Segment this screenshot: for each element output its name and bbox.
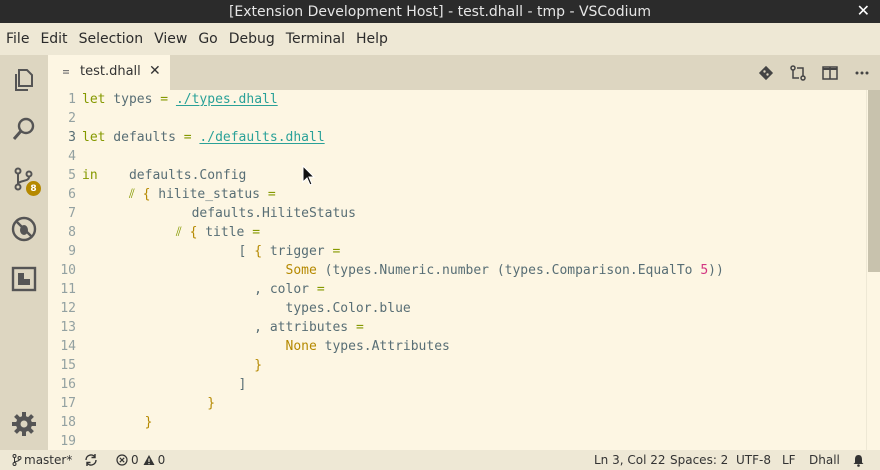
window-title: [Extension Development Host] - test.dhal…: [228, 3, 652, 20]
menu-edit[interactable]: Edit: [40, 31, 73, 47]
line-number: 9: [68, 244, 76, 259]
code-line: ⫽ { title =: [175, 225, 261, 240]
warning-icon: [143, 455, 155, 465]
warning-count: 0: [157, 453, 166, 467]
file-icon: [63, 70, 69, 74]
sync-button[interactable]: [84, 452, 98, 468]
line-number: 1: [68, 92, 76, 107]
code-line: , attributes =: [82, 320, 364, 335]
line-number: 18: [60, 415, 76, 430]
code-line: let defaults = ./defaults.dhall: [82, 130, 325, 145]
code-line: }: [254, 358, 263, 373]
sync-icon: [85, 454, 97, 466]
line-number-gutter: 1 2 3 4 5 6 7 8 9 10 11 12 13 14 15 16 17 18 19: [48, 90, 76, 450]
code-line: }: [144, 415, 153, 430]
line-number: 11: [60, 282, 76, 297]
code-editor[interactable]: 1 2 3 4 5 6 7 8 9 10 11 12 13 14 15 16 17 18 19 let types …: [48, 90, 866, 450]
menu-view[interactable]: View: [154, 31, 193, 47]
menu-terminal[interactable]: Terminal: [286, 31, 351, 47]
line-number: 13: [60, 320, 76, 335]
tab-test-dhall[interactable]: test.dhall ✕: [48, 55, 170, 90]
code-line: Some (types.Numeric.number (types.Compar…: [285, 263, 724, 278]
menu-go[interactable]: Go: [198, 31, 223, 47]
line-number: 15: [60, 358, 76, 373]
line-number: 12: [60, 301, 76, 316]
ellipsis-icon: [855, 71, 869, 74]
code-line: [ { trigger =: [82, 244, 341, 259]
code-line: }: [207, 396, 216, 411]
branch-name: master*: [24, 453, 73, 467]
menu-help[interactable]: Help: [356, 31, 394, 47]
code-line: types.Color.blue: [82, 301, 411, 316]
extensions-icon: [11, 266, 37, 292]
encoding-status[interactable]: UTF-8: [736, 452, 771, 468]
code-area[interactable]: let types = ./types.dhall let defaults =…: [82, 90, 862, 450]
search-icon: [12, 117, 35, 140]
split-editor-button[interactable]: [820, 63, 840, 83]
eol-status[interactable]: LF: [782, 452, 796, 468]
window-close-button[interactable]: ✕: [857, 1, 870, 20]
code-line: ⫽ { hilite_status =: [128, 187, 276, 202]
notifications-button[interactable]: [852, 452, 865, 468]
line-number: 17: [60, 396, 76, 411]
code-line: ]: [82, 377, 247, 392]
menu-debug[interactable]: Debug: [229, 31, 281, 47]
line-number: 2: [68, 111, 76, 126]
split-editor-icon: [822, 65, 838, 80]
line-number: 4: [68, 149, 76, 164]
tab-close-button[interactable]: ✕: [149, 63, 161, 79]
line-number: 14: [60, 339, 76, 354]
menu-bar: File Edit Selection View Go Debug Termin…: [0, 23, 880, 55]
code-line: in defaults.Config: [82, 168, 247, 183]
mouse-pointer-icon: [302, 165, 316, 186]
gear-icon: [12, 412, 36, 436]
manage-button[interactable]: [0, 400, 48, 448]
code-line: let types = ./types.dhall: [82, 92, 278, 107]
line-number: 16: [60, 377, 76, 392]
code-line: , color =: [82, 282, 325, 297]
editor-actions: [756, 55, 872, 90]
status-bar: master* 0 0 Ln 3, Col 22 Spaces: 2 UTF-8…: [0, 450, 880, 470]
editor-scrollbar[interactable]: [866, 90, 880, 450]
compare-changes-icon: [790, 64, 806, 81]
git-icon: [758, 65, 774, 80]
line-number: 3: [68, 130, 76, 145]
code-line: None types.Attributes: [285, 339, 450, 354]
git-branch-icon: [12, 454, 22, 466]
problems-status[interactable]: 0 0: [116, 452, 165, 468]
source-control-button[interactable]: 8: [0, 155, 48, 203]
line-number: 10: [60, 263, 76, 278]
cursor-position[interactable]: Ln 3, Col 22: [594, 452, 666, 468]
debug-button[interactable]: [0, 205, 48, 253]
language-mode[interactable]: Dhall: [809, 452, 840, 468]
debug-icon: [11, 216, 37, 242]
files-icon: [15, 69, 33, 91]
menu-selection[interactable]: Selection: [79, 31, 150, 47]
error-icon: [116, 454, 128, 466]
scrollbar-thumb[interactable]: [868, 90, 880, 272]
error-count: 0: [131, 453, 139, 467]
line-number: 6: [68, 187, 76, 202]
window-titlebar: [Extension Development Host] - test.dhal…: [0, 0, 880, 23]
search-button[interactable]: [0, 105, 48, 153]
line-number: 8: [68, 225, 76, 240]
line-number: 7: [68, 206, 76, 221]
scm-badge: 8: [26, 181, 41, 196]
more-actions-button[interactable]: [852, 63, 872, 83]
line-number: 19: [60, 434, 76, 449]
tab-label: test.dhall: [80, 64, 141, 79]
branch-status[interactable]: master*: [12, 452, 72, 468]
indentation-status[interactable]: Spaces: 2: [670, 452, 728, 468]
activity-bar: 8: [0, 55, 48, 450]
extensions-button[interactable]: [0, 255, 48, 303]
line-number: 5: [68, 168, 76, 183]
code-line: defaults.HiliteStatus: [82, 206, 356, 221]
bell-icon: [853, 454, 864, 467]
git-action-button[interactable]: [756, 63, 776, 83]
open-changes-button[interactable]: [788, 63, 808, 83]
editor-tab-bar: test.dhall ✕: [48, 55, 880, 90]
explorer-button[interactable]: [0, 55, 48, 103]
menu-file[interactable]: File: [6, 31, 35, 47]
